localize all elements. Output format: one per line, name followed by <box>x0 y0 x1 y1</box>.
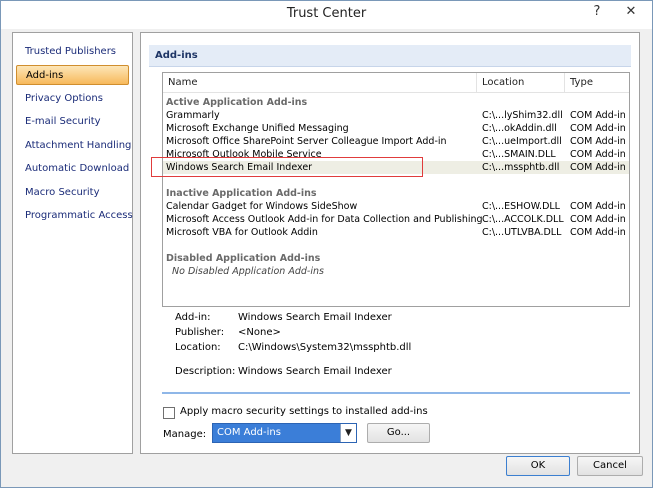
addin-name: Microsoft Exchange Unified Messaging <box>166 123 349 134</box>
detail-location-value: C:\Windows\System32\mssphtb.dll <box>238 342 412 353</box>
chevron-down-icon[interactable]: ▼ <box>340 424 356 442</box>
addin-name: Microsoft Access Outlook Add-in for Data… <box>166 214 483 225</box>
trust-center-dialog: Trust Center ? ✕ Trusted Publishers Add-… <box>0 0 653 488</box>
section-title: Add-ins <box>149 45 631 67</box>
ok-button[interactable]: OK <box>506 456 570 476</box>
macro-security-checkbox[interactable] <box>163 407 175 419</box>
list-item[interactable]: Calendar Gadget for Windows SideShow C:\… <box>163 200 629 213</box>
selection-highlight-box <box>151 157 423 177</box>
nav-item-email-security[interactable]: E-mail Security <box>16 112 129 132</box>
group-active: Active Application Add-ins <box>166 97 308 108</box>
column-header-location[interactable]: Location <box>477 73 565 93</box>
addin-type: COM Add-in <box>570 123 626 134</box>
addin-name: Grammarly <box>166 110 220 121</box>
nav-item-trusted-publishers[interactable]: Trusted Publishers <box>16 42 129 62</box>
addin-location: C:\...SMAIN.DLL <box>482 149 556 160</box>
addin-location: C:\...ueImport.dll <box>482 136 562 147</box>
column-header-type[interactable]: Type <box>565 73 629 93</box>
addin-type: COM Add-in <box>570 149 626 160</box>
column-header-name[interactable]: Name <box>163 73 477 93</box>
manage-select-value: COM Add-ins <box>217 427 281 438</box>
go-button[interactable]: Go... <box>367 423 430 443</box>
list-item[interactable]: Microsoft Office SharePoint Server Colle… <box>163 135 629 148</box>
addin-location: C:\...ESHOW.DLL <box>482 201 560 212</box>
nav-item-macro-security[interactable]: Macro Security <box>16 183 129 203</box>
group-disabled: Disabled Application Add-ins <box>166 253 321 264</box>
macro-security-checkbox-label[interactable]: Apply macro security settings to install… <box>180 406 428 417</box>
add-ins-panel: Add-ins Name Location Type Active Applic… <box>140 32 640 454</box>
window-title: Trust Center <box>286 6 367 21</box>
separator <box>162 392 630 394</box>
nav-item-attachment-handling[interactable]: Attachment Handling <box>16 136 131 156</box>
nav-item-programmatic-access[interactable]: Programmatic Access <box>16 206 133 226</box>
detail-description-value: Windows Search Email Indexer <box>238 366 392 377</box>
list-item[interactable]: Microsoft Exchange Unified Messaging C:\… <box>163 122 629 135</box>
disabled-empty-text: No Disabled Application Add-ins <box>172 266 324 277</box>
detail-addin-label: Add-in: <box>175 312 211 323</box>
addin-location: C:\...UTLVBA.DLL <box>482 227 562 238</box>
addin-type: COM Add-in <box>570 110 626 121</box>
nav-item-automatic-download[interactable]: Automatic Download <box>16 159 129 179</box>
manage-label: Manage: <box>163 429 207 440</box>
dialog-body: Trusted Publishers Add-ins Privacy Optio… <box>1 29 652 487</box>
addin-location: C:\...lyShim32.dll <box>482 110 563 121</box>
help-icon[interactable]: ? <box>584 1 610 25</box>
addin-name: Calendar Gadget for Windows SideShow <box>166 201 358 212</box>
detail-addin-value: Windows Search Email Indexer <box>238 312 392 323</box>
detail-publisher-label: Publisher: <box>175 327 225 338</box>
addin-type: COM Add-in <box>570 162 626 173</box>
addin-type: COM Add-in <box>570 136 626 147</box>
cancel-button[interactable]: Cancel <box>577 456 643 476</box>
addin-location: C:\...mssphtb.dll <box>482 162 560 173</box>
group-inactive: Inactive Application Add-ins <box>166 188 317 199</box>
nav-item-privacy-options[interactable]: Privacy Options <box>16 89 129 109</box>
add-ins-list[interactable]: Name Location Type Active Application Ad… <box>162 72 630 307</box>
addin-type: COM Add-in <box>570 227 626 238</box>
addin-type: COM Add-in <box>570 214 626 225</box>
addin-location: C:\...ACCOLK.DLL <box>482 214 564 225</box>
list-item[interactable]: Microsoft Access Outlook Add-in for Data… <box>163 213 629 226</box>
category-nav: Trusted Publishers Add-ins Privacy Optio… <box>12 32 133 454</box>
list-item[interactable]: Grammarly C:\...lyShim32.dll COM Add-in <box>163 109 629 122</box>
addin-type: COM Add-in <box>570 201 626 212</box>
detail-location-label: Location: <box>175 342 221 353</box>
addin-name: Microsoft Office SharePoint Server Colle… <box>166 136 447 147</box>
close-icon[interactable]: ✕ <box>612 1 650 25</box>
title-bar: Trust Center ? ✕ <box>1 1 652 29</box>
addin-location: C:\...okAddin.dll <box>482 123 557 134</box>
addin-name: Microsoft VBA for Outlook Addin <box>166 227 318 238</box>
manage-select[interactable]: COM Add-ins ▼ <box>212 423 357 443</box>
list-item[interactable]: Microsoft VBA for Outlook Addin C:\...UT… <box>163 226 629 239</box>
detail-publisher-value: <None> <box>238 327 281 338</box>
nav-item-add-ins[interactable]: Add-ins <box>16 65 129 85</box>
detail-description-label: Description: <box>175 366 236 377</box>
